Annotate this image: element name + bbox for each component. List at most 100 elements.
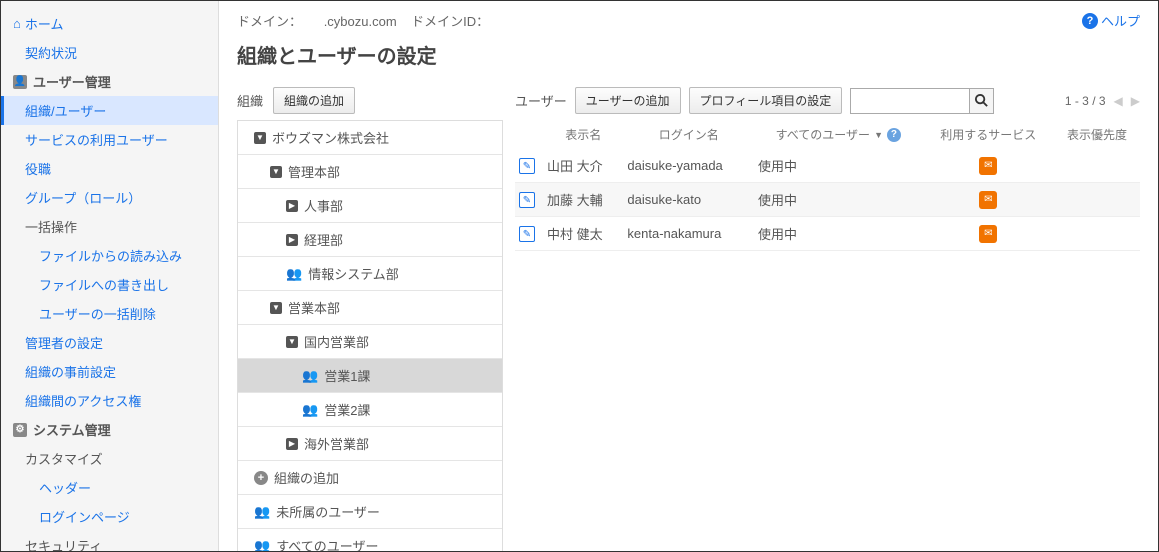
user-panel: ユーザー ユーザーの追加 プロフィール項目の設定 1 - 3 / 3 ◀ ▶ xyxy=(515,87,1140,551)
edit-icon[interactable]: ✎ xyxy=(519,226,535,242)
col-display-name: 表示名 xyxy=(543,120,623,149)
chevron-down-icon: ▼ xyxy=(874,130,883,140)
cell-display-name[interactable]: 山田 大介 xyxy=(543,149,623,183)
help-link[interactable]: ? ヘルプ xyxy=(1082,11,1140,30)
tree-add-org[interactable]: + 組織の追加 xyxy=(238,461,502,495)
tree-label: 海外営業部 xyxy=(304,434,369,453)
tree-toggle-icon[interactable] xyxy=(254,132,266,144)
nav-org-access[interactable]: 組織間のアクセス権 xyxy=(1,386,218,415)
service-icon: ✉ xyxy=(979,225,997,243)
status-filter-label: すべてのユーザー xyxy=(776,126,870,143)
service-icon: ✉ xyxy=(979,191,997,209)
tree-domestic[interactable]: 国内営業部 xyxy=(238,325,502,359)
tree-sales-hq[interactable]: 営業本部 xyxy=(238,291,502,325)
col-priority: 表示優先度 xyxy=(1054,120,1140,149)
col-status-filter[interactable]: すべてのユーザー ▼ ? xyxy=(754,120,923,149)
table-row: ✎ 中村 健太 kenta-nakamura 使用中 ✉ xyxy=(515,217,1140,251)
service-icon: ✉ xyxy=(979,157,997,175)
tree-toggle-icon[interactable] xyxy=(286,336,298,348)
user-table: 表示名 ログイン名 すべてのユーザー ▼ ? 利用するサービス 表示優先度 xyxy=(515,120,1140,251)
users-icon: 👥 xyxy=(254,538,270,552)
pager-prev-icon[interactable]: ◀ xyxy=(1114,94,1123,108)
nav-file-import[interactable]: ファイルからの読み込み xyxy=(1,241,218,270)
nav-bulk-delete[interactable]: ユーザーの一括削除 xyxy=(1,299,218,328)
tree-accounting[interactable]: 経理部 xyxy=(238,223,502,257)
nav-bulk-ops: 一括操作 xyxy=(1,212,218,241)
pager: 1 - 3 / 3 ◀ ▶ xyxy=(1065,94,1140,108)
nav-admin-settings[interactable]: 管理者の設定 xyxy=(1,328,218,357)
tree-mgmt-hq[interactable]: 管理本部 xyxy=(238,155,502,189)
tree-toggle-icon[interactable] xyxy=(286,234,298,246)
search-icon xyxy=(974,93,989,108)
section-sys-mgmt-label: システム管理 xyxy=(33,420,111,439)
table-row: ✎ 加藤 大輔 daisuke-kato 使用中 ✉ xyxy=(515,183,1140,217)
tree-label: 情報システム部 xyxy=(308,264,399,283)
domain-value: .cybozu.com xyxy=(324,14,397,29)
tree-label: 営業本部 xyxy=(288,298,340,317)
nav-service-users[interactable]: サービスの利用ユーザー xyxy=(1,125,218,154)
tree-sales2[interactable]: 👥 営業2課 xyxy=(238,393,502,427)
org-panel-label: 組織 xyxy=(237,91,263,110)
tree-all-users[interactable]: 👥 すべてのユーザー xyxy=(238,529,502,551)
profile-settings-button[interactable]: プロフィール項目の設定 xyxy=(689,87,843,114)
cell-status: 使用中 xyxy=(754,183,923,217)
tree-label: 未所属のユーザー xyxy=(276,502,380,521)
nav-home-label: ホーム xyxy=(25,14,64,33)
nav-org-users[interactable]: 組織/ユーザー xyxy=(1,96,218,125)
user-panel-label: ユーザー xyxy=(515,91,567,110)
nav-positions[interactable]: 役職 xyxy=(1,154,218,183)
tree-toggle-icon[interactable] xyxy=(270,302,282,314)
add-user-button[interactable]: ユーザーの追加 xyxy=(575,87,681,114)
gear-icon: ⚙ xyxy=(13,423,27,437)
domain-label: ドメイン： xyxy=(237,14,302,29)
tree-hr[interactable]: 人事部 xyxy=(238,189,502,223)
cell-display-name[interactable]: 中村 健太 xyxy=(543,217,623,251)
nav-groups[interactable]: グループ（ロール） xyxy=(1,183,218,212)
info-icon[interactable]: ? xyxy=(887,128,901,142)
tree-unassigned[interactable]: 👥 未所属のユーザー xyxy=(238,495,502,529)
nav-customize: カスタマイズ xyxy=(1,444,218,473)
edit-icon[interactable]: ✎ xyxy=(519,192,535,208)
tree-root[interactable]: ボウズマン株式会社 xyxy=(238,121,502,155)
tree-label: 組織の追加 xyxy=(274,468,339,487)
tree-label: 営業1課 xyxy=(324,366,370,385)
add-org-button[interactable]: 組織の追加 xyxy=(273,87,355,114)
tree-label: 国内営業部 xyxy=(304,332,369,351)
sidebar: ⌂ ホーム 契約状況 👤 ユーザー管理 組織/ユーザー サービスの利用ユーザー … xyxy=(1,1,219,551)
cell-display-name[interactable]: 加藤 大輔 xyxy=(543,183,623,217)
cell-status: 使用中 xyxy=(754,149,923,183)
tree-toggle-icon[interactable] xyxy=(286,200,298,212)
user-icon: 👤 xyxy=(13,75,27,89)
nav-header[interactable]: ヘッダー xyxy=(1,473,218,502)
table-row: ✎ 山田 大介 daisuke-yamada 使用中 ✉ xyxy=(515,149,1140,183)
tree-label: 営業2課 xyxy=(324,400,370,419)
tree-overseas[interactable]: 海外営業部 xyxy=(238,427,502,461)
page-title: 組織とユーザーの設定 xyxy=(237,40,1140,69)
search-input[interactable] xyxy=(851,91,969,111)
tree-toggle-icon[interactable] xyxy=(270,166,282,178)
nav-login-page[interactable]: ログインページ xyxy=(1,502,218,531)
edit-icon[interactable]: ✎ xyxy=(519,158,535,174)
plus-icon: + xyxy=(254,471,268,485)
tree-label: 管理本部 xyxy=(288,162,340,181)
tree-sales1[interactable]: 👥 営業1課 xyxy=(238,359,502,393)
help-icon: ? xyxy=(1082,13,1098,29)
tree-label: ボウズマン株式会社 xyxy=(272,128,389,147)
nav-contract[interactable]: 契約状況 xyxy=(1,38,218,67)
domain-id-label: ドメインID： xyxy=(411,14,489,29)
search-button[interactable] xyxy=(969,89,993,113)
col-login-name: ログイン名 xyxy=(623,120,754,149)
tree-label: 経理部 xyxy=(304,230,343,249)
users-icon: 👥 xyxy=(302,402,318,418)
cell-login-name: kenta-nakamura xyxy=(623,217,754,251)
domain-info: ドメイン： .cybozu.com ドメインID： xyxy=(237,11,489,30)
tree-infosys[interactable]: 👥 情報システム部 xyxy=(238,257,502,291)
cell-login-name: daisuke-kato xyxy=(623,183,754,217)
nav-home[interactable]: ⌂ ホーム xyxy=(1,9,218,38)
nav-org-presettings[interactable]: 組織の事前設定 xyxy=(1,357,218,386)
topbar: ドメイン： .cybozu.com ドメインID： ? ヘルプ xyxy=(237,11,1140,30)
help-label: ヘルプ xyxy=(1101,11,1140,30)
nav-file-export[interactable]: ファイルへの書き出し xyxy=(1,270,218,299)
pager-next-icon[interactable]: ▶ xyxy=(1131,94,1140,108)
tree-toggle-icon[interactable] xyxy=(286,438,298,450)
